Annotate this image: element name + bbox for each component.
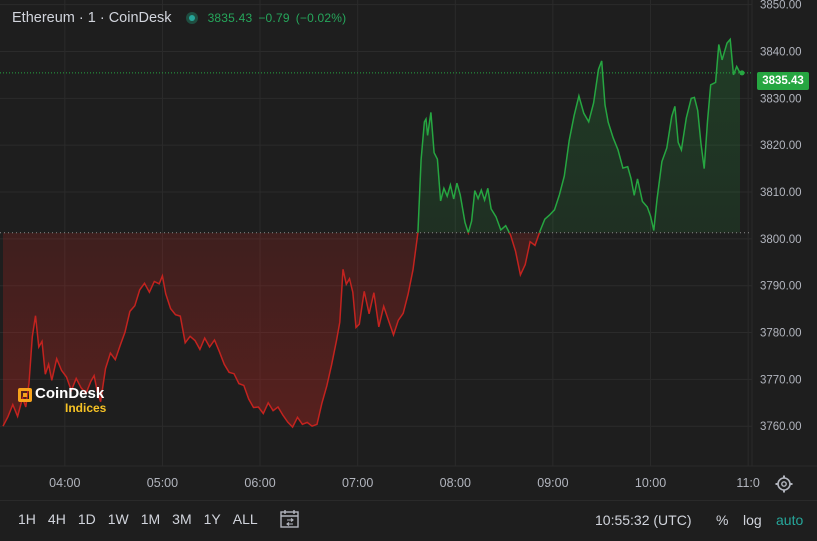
date-range-button[interactable] xyxy=(279,509,301,534)
logo-name: CoinDesk xyxy=(35,385,105,402)
price-change-percent: (−0.02%) xyxy=(295,11,347,25)
gear-icon xyxy=(775,475,793,493)
calendar-range-icon xyxy=(280,510,299,528)
range-1y-button[interactable]: 1Y xyxy=(198,511,227,527)
x-tick-label: 04:00 xyxy=(49,476,80,490)
logo-sub: Indices xyxy=(65,401,107,415)
x-tick-label: 09:00 xyxy=(537,476,568,490)
last-price-tag: 3835.43 xyxy=(757,72,809,90)
y-tick-label: 3760.00 xyxy=(760,421,802,433)
y-tick-label: 3840.00 xyxy=(760,47,802,59)
price-change: −0.79 xyxy=(258,11,290,25)
x-tick-label: 11:0 xyxy=(736,476,759,490)
y-tick-label: 3770.00 xyxy=(760,374,802,386)
y-tick-label: 3780.00 xyxy=(760,328,802,340)
auto-scale-toggle[interactable]: auto xyxy=(776,512,803,528)
x-tick-label: 06:00 xyxy=(244,476,275,490)
x-tick-label: 05:00 xyxy=(147,476,178,490)
range-4h-button[interactable]: 4H xyxy=(42,511,72,527)
range-all-button[interactable]: ALL xyxy=(227,511,264,527)
y-tick-label: 3850.00 xyxy=(760,0,802,12)
y-tick-label: 3810.00 xyxy=(760,187,802,199)
utc-clock: 10:55:32 (UTC) xyxy=(595,512,692,528)
live-status-icon xyxy=(185,12,198,24)
range-1m-button[interactable]: 1M xyxy=(135,511,166,527)
chart-header: Ethereum · 1 · CoinDesk 3835.43 −0.79 (−0.… xyxy=(12,10,352,26)
x-tick-label: 10:00 xyxy=(635,476,666,490)
y-axis-labels: 3760.00 3770.00 3780.00 3790.00 3800.00 3810.… xyxy=(760,0,802,433)
coindesk-logo-icon xyxy=(18,388,32,402)
y-tick-label: 3790.00 xyxy=(760,281,802,293)
last-price: 3835.43 xyxy=(207,11,253,25)
x-axis-labels: 04:00 05:00 06:00 07:00 08:00 09:00 10:00 11:0 xyxy=(49,476,760,490)
last-price-dot xyxy=(739,70,745,76)
y-tick-label: 3830.00 xyxy=(760,93,802,105)
range-1d-button[interactable]: 1D xyxy=(72,511,102,527)
chart-area-fill xyxy=(3,39,740,428)
range-1w-button[interactable]: 1W xyxy=(102,511,135,527)
area-fill-below-baseline xyxy=(3,232,740,428)
x-tick-label: 07:00 xyxy=(342,476,373,490)
coindesk-logo: CoinDesk Indices xyxy=(18,386,106,414)
symbol-title: Ethereum · 1 · CoinDesk xyxy=(12,10,172,26)
price-chart[interactable]: 3760.00 3770.00 3780.00 3790.00 3800.00 3810.… xyxy=(0,0,817,500)
range-1h-button[interactable]: 1H xyxy=(12,511,42,527)
bottom-toolbar: 1H 4H 1D 1W 1M 3M 1Y ALL 10:55:32 (UTC) … xyxy=(0,500,817,541)
chart-settings-button[interactable] xyxy=(774,474,794,499)
x-tick-label: 08:00 xyxy=(440,476,471,490)
log-scale-toggle[interactable]: log xyxy=(743,512,762,528)
time-range-selector: 1H 4H 1D 1W 1M 3M 1Y ALL xyxy=(12,511,264,527)
percent-scale-toggle[interactable]: % xyxy=(716,512,728,528)
y-tick-label: 3800.00 xyxy=(760,234,802,246)
y-tick-label: 3820.00 xyxy=(760,140,802,152)
price-quote: 3835.43 −0.79 (−0.02%) xyxy=(208,11,353,25)
range-3m-button[interactable]: 3M xyxy=(166,511,197,527)
